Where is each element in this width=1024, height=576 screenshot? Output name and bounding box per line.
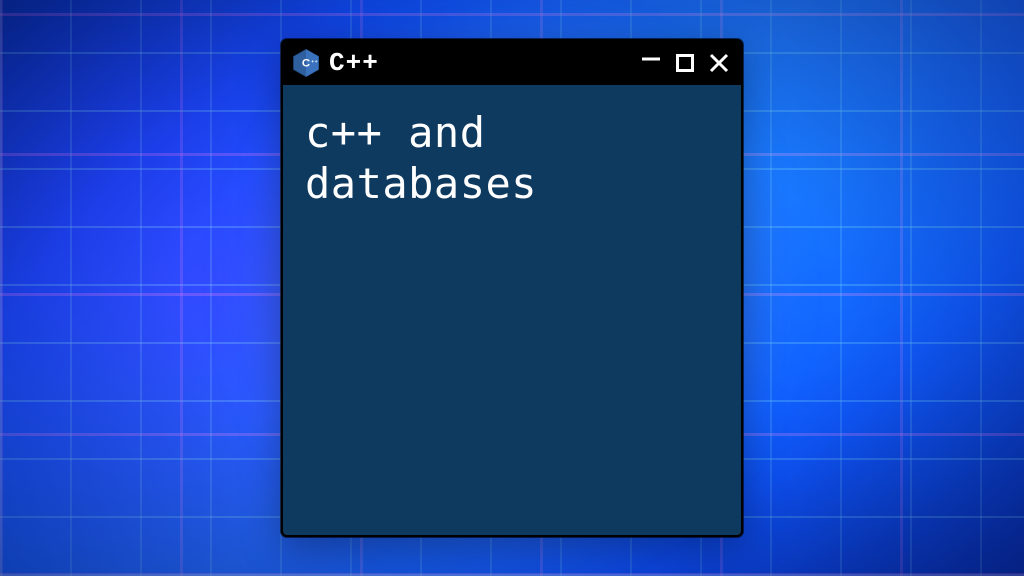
maximize-button[interactable] bbox=[673, 51, 697, 75]
svg-text:+: + bbox=[311, 60, 314, 65]
cpp-hex-icon: C + + bbox=[291, 48, 321, 78]
app-window: C + + C++ c++ and databases bbox=[281, 39, 743, 537]
minimize-button[interactable] bbox=[639, 47, 663, 71]
window-controls bbox=[639, 51, 731, 75]
svg-text:+: + bbox=[315, 60, 318, 65]
titlebar[interactable]: C + + C++ bbox=[283, 41, 741, 85]
window-content: c++ and databases bbox=[283, 85, 741, 535]
close-button[interactable] bbox=[707, 51, 731, 75]
window-title: C++ bbox=[329, 48, 631, 78]
svg-text:C: C bbox=[302, 58, 310, 70]
content-line-2: databases bbox=[305, 158, 719, 209]
content-line-1: c++ and bbox=[305, 107, 719, 158]
